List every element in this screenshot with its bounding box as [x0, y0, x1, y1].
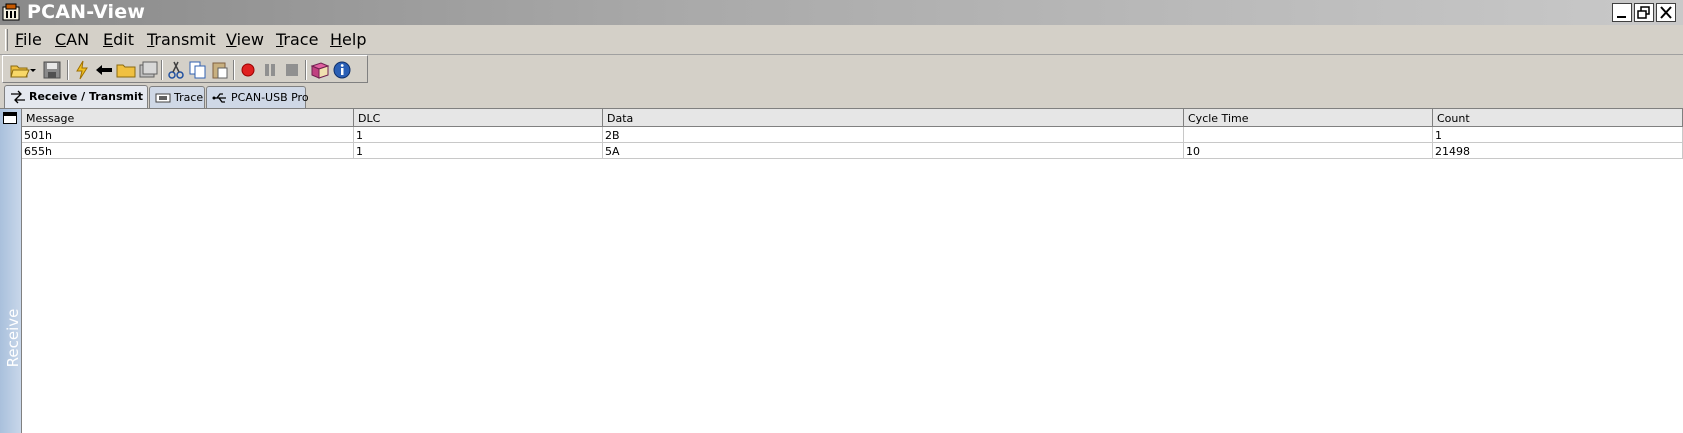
column-header-cycle-time[interactable]: Cycle Time — [1184, 109, 1433, 127]
menu-view[interactable]: View — [226, 30, 264, 49]
column-header-data[interactable]: Data — [603, 109, 1184, 127]
info-icon[interactable] — [331, 59, 353, 81]
cut-icon[interactable] — [165, 59, 187, 81]
table-row-2-message[interactable]: 655h — [22, 143, 354, 159]
window-title: PCAN-View — [27, 1, 146, 23]
tab-trace-label: Trace — [174, 91, 204, 104]
tab-trace[interactable]: Trace — [149, 86, 205, 108]
menu-view-label: iew — [236, 30, 264, 49]
tab-pcan-usb-pro-label: PCAN-USB Pro — [231, 91, 309, 104]
menu-file[interactable]: File — [15, 30, 42, 49]
menu-file-label: ile — [23, 30, 42, 49]
menu-edit-accel: E — [103, 30, 114, 49]
menu-help-accel: H — [330, 30, 343, 49]
toolbar-separator — [233, 60, 235, 80]
receive-side-bar[interactable]: Receive — [0, 109, 22, 433]
toolbar-separator — [305, 60, 307, 80]
window-toggle-icon[interactable] — [3, 112, 17, 124]
minimize-icon — [1617, 16, 1626, 18]
folder-icon[interactable] — [115, 59, 137, 81]
toolbar-separator — [67, 60, 69, 80]
menu-can-accel: C — [55, 30, 67, 49]
stop-icon[interactable] — [281, 59, 303, 81]
table-row-2-cycle-time[interactable]: 10 — [1184, 143, 1433, 159]
menu-edit[interactable]: Edit — [103, 30, 134, 49]
menu-can[interactable]: CAN — [55, 30, 89, 49]
tab-receive-transmit-label: Receive / Transmit — [29, 90, 144, 103]
table-row-1-cycle-time[interactable] — [1184, 127, 1433, 143]
open-folder-icon[interactable] — [9, 59, 31, 81]
dropdown-arrow-icon[interactable] — [29, 59, 37, 81]
table-row-1-count[interactable]: 1 — [1433, 127, 1683, 143]
menu-can-label: AN — [66, 30, 90, 49]
menu-grip — [5, 29, 8, 51]
connect-icon[interactable] — [71, 59, 93, 81]
receive-transmit-icon — [11, 90, 25, 104]
toolbar — [2, 55, 368, 83]
close-icon — [1660, 6, 1672, 19]
restore-button[interactable] — [1634, 3, 1654, 22]
menu-view-accel: V — [226, 30, 237, 49]
menu-trace[interactable]: Trace — [276, 30, 318, 49]
menu-bar: File CAN Edit Transmit View Trace Help — [0, 25, 1683, 55]
pcan-view-window: PCAN-View File CAN Edit Transmit View Tr… — [0, 0, 1683, 433]
app-icon — [2, 3, 20, 21]
menu-edit-label: dit — [113, 30, 134, 49]
minimize-button[interactable] — [1612, 3, 1632, 22]
copy-icon[interactable] — [187, 59, 209, 81]
disconnect-icon[interactable] — [93, 59, 115, 81]
column-header-count[interactable]: Count — [1433, 109, 1683, 127]
save-icon[interactable] — [41, 59, 63, 81]
table-row-1-data[interactable]: 2B — [603, 127, 1184, 143]
close-button[interactable] — [1656, 3, 1676, 22]
record-icon[interactable] — [237, 59, 259, 81]
usb-icon — [212, 93, 226, 103]
book-icon[interactable] — [309, 59, 331, 81]
tab-strip: Receive / Transmit Trace PCAN-USB Pro — [0, 85, 1683, 108]
table-row-2-dlc[interactable]: 1 — [354, 143, 603, 159]
table-row-2-data[interactable]: 5A — [603, 143, 1184, 159]
menu-trace-label: race — [283, 30, 319, 49]
menu-help[interactable]: Help — [330, 30, 366, 49]
receive-side-label: Receive — [4, 308, 22, 368]
toolbar-separator — [161, 60, 163, 80]
column-header-dlc[interactable]: DLC — [354, 109, 603, 127]
menu-help-label: elp — [342, 30, 367, 49]
restore-icon — [1637, 6, 1650, 19]
receive-panel: Receive Message DLC Data Cycle Time Coun… — [0, 108, 1683, 433]
tab-pcan-usb-pro[interactable]: PCAN-USB Pro — [206, 86, 309, 108]
table-row-2-count[interactable]: 21498 — [1433, 143, 1683, 159]
menu-transmit[interactable]: Transmit — [147, 30, 216, 49]
title-bar[interactable]: PCAN-View — [0, 0, 1683, 25]
trace-icon — [155, 93, 171, 103]
menu-file-accel: F — [15, 30, 24, 49]
table-row-1-message[interactable]: 501h — [22, 127, 354, 143]
tab-receive-transmit[interactable]: Receive / Transmit — [4, 85, 148, 108]
pause-icon[interactable] — [259, 59, 281, 81]
table-row-1-dlc[interactable]: 1 — [354, 127, 603, 143]
menu-transmit-label: ransmit — [154, 30, 216, 49]
column-header-message[interactable]: Message — [22, 109, 354, 127]
paste-icon[interactable] — [209, 59, 231, 81]
settings-icon[interactable] — [137, 59, 159, 81]
